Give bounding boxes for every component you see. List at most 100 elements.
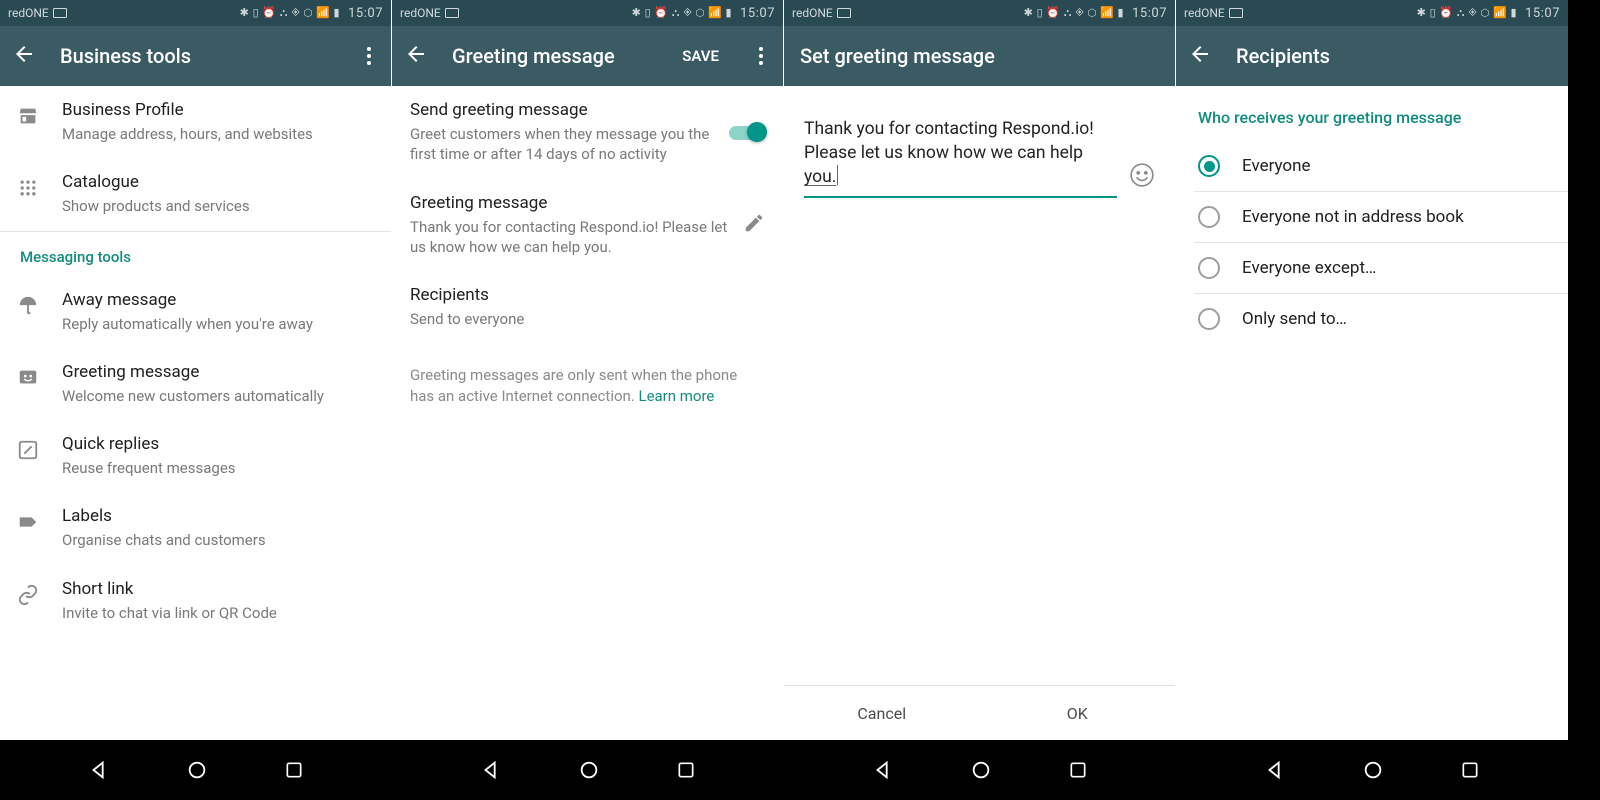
item-subtitle: Send to everyone bbox=[410, 309, 765, 329]
text-cursor bbox=[837, 165, 838, 185]
toggle-title: Send greeting message bbox=[410, 100, 717, 120]
nav-home-icon[interactable] bbox=[186, 759, 208, 781]
carrier-label: redONE bbox=[400, 6, 441, 20]
nav-home-icon[interactable] bbox=[970, 759, 992, 781]
radio-label: Everyone except… bbox=[1242, 258, 1376, 278]
radio-only-send-to[interactable]: Only send to… bbox=[1176, 294, 1568, 344]
android-navbar bbox=[0, 740, 392, 800]
radio-everyone-except[interactable]: Everyone except… bbox=[1176, 243, 1568, 293]
carrier-label: redONE bbox=[792, 6, 833, 20]
learn-more-link[interactable]: Learn more bbox=[638, 387, 714, 405]
item-subtitle: Thank you for contacting Respond.io! Ple… bbox=[410, 217, 731, 258]
app-bar: Greeting message SAVE bbox=[392, 26, 783, 86]
nav-recent-icon[interactable] bbox=[1460, 760, 1480, 780]
item-subtitle: Invite to chat via link or QR Code bbox=[62, 603, 375, 623]
android-navbar bbox=[1176, 740, 1568, 800]
nav-recent-icon[interactable] bbox=[284, 760, 304, 780]
grid-icon bbox=[16, 176, 40, 200]
radio-icon bbox=[1198, 206, 1220, 228]
status-bar: redONE ✱ ▯ ⏰ ⛬ ◈ ⬡ 📶 ▮ 15:07 bbox=[784, 0, 1175, 26]
slash-icon bbox=[16, 438, 40, 462]
cancel-button[interactable]: Cancel bbox=[784, 686, 980, 740]
page-title: Business tools bbox=[60, 44, 335, 68]
item-greeting-text[interactable]: Greeting message Thank you for contactin… bbox=[392, 179, 783, 272]
item-subtitle: Manage address, hours, and websites bbox=[62, 124, 375, 144]
back-button[interactable] bbox=[1188, 42, 1212, 70]
item-title: Short link bbox=[62, 579, 375, 599]
screen-recipients: redONE ✱ ▯ ⏰ ⛬ ◈ ⬡ 📶 ▮ 15:07 Recipients … bbox=[1176, 0, 1568, 740]
item-recipients[interactable]: Recipients Send to everyone bbox=[392, 271, 783, 343]
status-bar: redONE ✱ ▯ ⏰ ⛬ ◈ ⬡ 📶 ▮ 15:07 bbox=[0, 0, 391, 26]
screen-business-tools: redONE ✱ ▯ ⏰ ⛬ ◈ ⬡ 📶 ▮ 15:07 Business to… bbox=[0, 0, 392, 740]
label-icon bbox=[16, 510, 40, 534]
storefront-icon bbox=[16, 104, 40, 128]
status-icons: ✱ ▯ ⏰ ⛬ ◈ ⬡ 📶 ▮ bbox=[1417, 6, 1517, 20]
item-subtitle: Show products and services bbox=[62, 196, 375, 216]
nav-back-icon[interactable] bbox=[1264, 759, 1286, 781]
radio-label: Everyone bbox=[1242, 156, 1311, 176]
input-text-underlined: you. bbox=[804, 167, 836, 187]
status-icons: ✱ ▯ ⏰ ⛬ ◈ ⬡ 📶 ▮ bbox=[632, 6, 732, 20]
item-title: Away message bbox=[62, 290, 375, 310]
overflow-menu[interactable] bbox=[751, 39, 771, 73]
page-title: Recipients bbox=[1236, 44, 1556, 68]
item-title: Catalogue bbox=[62, 172, 375, 192]
radio-label: Everyone not in address book bbox=[1242, 207, 1464, 227]
link-icon bbox=[16, 583, 40, 607]
recipients-header: Who receives your greeting message bbox=[1176, 86, 1568, 141]
back-button[interactable] bbox=[12, 42, 36, 70]
status-bar: redONE ✱ ▯ ⏰ ⛬ ◈ ⬡ 📶 ▮ 15:07 bbox=[1176, 0, 1568, 26]
cast-icon bbox=[445, 8, 459, 18]
status-time: 15:07 bbox=[1525, 6, 1560, 21]
item-subtitle: Reuse frequent messages bbox=[62, 458, 375, 478]
nav-back-icon[interactable] bbox=[480, 759, 502, 781]
ok-button[interactable]: OK bbox=[980, 686, 1176, 740]
nav-home-icon[interactable] bbox=[1362, 759, 1384, 781]
item-title: Labels bbox=[62, 506, 375, 526]
item-title: Recipients bbox=[410, 285, 765, 305]
status-icons: ✱ ▯ ⏰ ⛬ ◈ ⬡ 📶 ▮ bbox=[1024, 6, 1124, 20]
save-button[interactable]: SAVE bbox=[682, 47, 719, 65]
toggle-subtitle: Greet customers when they message you th… bbox=[410, 124, 717, 165]
radio-everyone[interactable]: Everyone bbox=[1176, 141, 1568, 191]
greeting-input[interactable]: Thank you for contacting Respond.io! Ple… bbox=[804, 118, 1117, 198]
item-title: Greeting message bbox=[62, 362, 375, 382]
nav-back-icon[interactable] bbox=[872, 759, 894, 781]
toggle-switch[interactable] bbox=[729, 122, 765, 142]
black-side-strip bbox=[1568, 0, 1600, 800]
app-bar: Recipients bbox=[1176, 26, 1568, 86]
status-time: 15:07 bbox=[740, 6, 775, 21]
item-subtitle: Reply automatically when you're away bbox=[62, 314, 375, 334]
item-greeting-message[interactable]: Greeting message Welcome new customers a… bbox=[0, 348, 391, 420]
back-button[interactable] bbox=[404, 42, 428, 70]
item-labels[interactable]: Labels Organise chats and customers bbox=[0, 492, 391, 564]
info-text: Greeting messages are only sent when the… bbox=[392, 343, 783, 407]
item-catalogue[interactable]: Catalogue Show products and services bbox=[0, 158, 391, 230]
item-title: Greeting message bbox=[410, 193, 731, 213]
app-bar: Business tools bbox=[0, 26, 391, 86]
item-short-link[interactable]: Short link Invite to chat via link or QR… bbox=[0, 565, 391, 637]
nav-home-icon[interactable] bbox=[578, 759, 600, 781]
nav-recent-icon[interactable] bbox=[1068, 760, 1088, 780]
pencil-icon[interactable] bbox=[743, 212, 765, 238]
status-time: 15:07 bbox=[1132, 6, 1167, 21]
emoji-icon[interactable] bbox=[1129, 162, 1155, 192]
item-quick-replies[interactable]: Quick replies Reuse frequent messages bbox=[0, 420, 391, 492]
nav-recent-icon[interactable] bbox=[676, 760, 696, 780]
overflow-menu[interactable] bbox=[359, 39, 379, 73]
item-business-profile[interactable]: Business Profile Manage address, hours, … bbox=[0, 86, 391, 158]
radio-not-in-address-book[interactable]: Everyone not in address book bbox=[1176, 192, 1568, 242]
carrier-label: redONE bbox=[1184, 6, 1225, 20]
umbrella-icon bbox=[16, 294, 40, 318]
android-navbar bbox=[392, 740, 784, 800]
nav-back-icon[interactable] bbox=[88, 759, 110, 781]
smile-chat-icon bbox=[16, 366, 40, 390]
toggle-send-greeting[interactable]: Send greeting message Greet customers wh… bbox=[392, 86, 783, 179]
item-away-message[interactable]: Away message Reply automatically when yo… bbox=[0, 276, 391, 348]
status-icons: ✱ ▯ ⏰ ⛬ ◈ ⬡ 📶 ▮ bbox=[240, 6, 340, 20]
item-subtitle: Organise chats and customers bbox=[62, 530, 375, 550]
cast-icon bbox=[1229, 8, 1243, 18]
input-text-prefix: Thank you for contacting Respond.io! Ple… bbox=[804, 119, 1094, 163]
cast-icon bbox=[837, 8, 851, 18]
section-messaging-tools: Messaging tools bbox=[0, 232, 391, 276]
